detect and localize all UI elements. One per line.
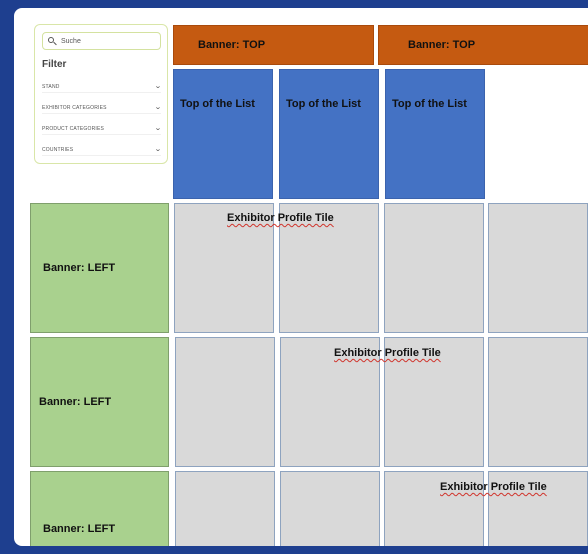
filter-title: Filter (42, 59, 67, 70)
chevron-down-icon: ⌄ (154, 146, 162, 153)
chevron-down-icon: ⌄ (154, 125, 162, 132)
exhibitor-profile-tile[interactable] (175, 471, 275, 546)
filter-dropdown-stand[interactable]: STAND ⌄ (42, 81, 162, 93)
exhibitor-profile-tile[interactable] (488, 203, 588, 333)
exhibitor-profile-tile[interactable] (384, 203, 484, 333)
top-of-list-label: Top of the List (286, 98, 361, 110)
chevron-down-icon: ⌄ (154, 83, 162, 90)
filter-dropdown-label: COUNTRIES (42, 146, 74, 153)
mockup-canvas: Suche Filter STAND ⌄ EXHIBITOR CATEGORIE… (14, 8, 588, 546)
exhibitor-profile-tile-label: Exhibitor Profile Tile (440, 481, 547, 493)
exhibitor-profile-tile[interactable] (175, 337, 275, 467)
search-input[interactable]: Suche (42, 32, 161, 50)
banner-top-label: Banner: TOP (408, 39, 476, 51)
exhibitor-profile-tile-label: Exhibitor Profile Tile (334, 347, 441, 359)
banner-top-1: Banner: TOP (173, 25, 374, 65)
exhibitor-profile-tile-label: Exhibitor Profile Tile (227, 212, 334, 224)
banner-top-label: Banner: TOP (198, 39, 266, 51)
exhibitor-profile-tile[interactable] (280, 471, 380, 546)
top-of-list-tile-3: Top of the List (385, 69, 485, 199)
banner-left-label: Banner: LEFT (43, 523, 116, 535)
search-placeholder: Suche (61, 37, 81, 45)
top-of-list-label: Top of the List (392, 98, 467, 110)
filter-dropdown-label: EXHIBITOR CATEGORIES (42, 104, 107, 111)
banner-left-1: Banner: LEFT (30, 203, 169, 333)
chevron-down-icon: ⌄ (154, 104, 162, 111)
banner-left-3: Banner: LEFT (30, 471, 169, 546)
banner-left-label: Banner: LEFT (43, 262, 116, 274)
filter-panel: Suche Filter STAND ⌄ EXHIBITOR CATEGORIE… (34, 24, 168, 164)
filter-dropdown-product-categories[interactable]: PRODUCT CATEGORIES ⌄ (42, 123, 162, 135)
search-icon (48, 36, 57, 46)
banner-left-label: Banner: LEFT (39, 396, 112, 408)
top-of-list-tile-2: Top of the List (279, 69, 379, 199)
filter-dropdown-exhibitor-categories[interactable]: EXHIBITOR CATEGORIES ⌄ (42, 102, 162, 114)
filter-dropdown-countries[interactable]: COUNTRIES ⌄ (42, 144, 162, 156)
filter-dropdown-label: PRODUCT CATEGORIES (42, 125, 105, 132)
banner-left-2: Banner: LEFT (30, 337, 169, 467)
banner-top-2: Banner: TOP (378, 25, 588, 65)
top-of-list-tile-1: Top of the List (173, 69, 273, 199)
filter-dropdown-label: STAND (42, 83, 60, 90)
exhibitor-profile-tile[interactable] (488, 337, 588, 467)
top-of-list-label: Top of the List (180, 98, 255, 110)
